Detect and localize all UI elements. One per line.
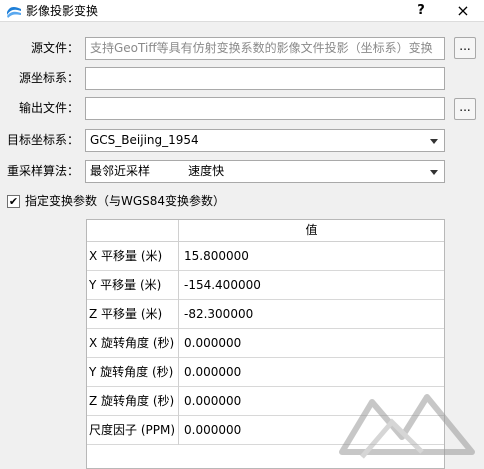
target-crs-select[interactable]: GCS_Beijing_1954 <box>85 129 445 152</box>
grid-corner <box>87 220 179 241</box>
row-header: X 平移量 (米) <box>87 242 179 271</box>
transform-params-checkbox[interactable]: ✔ <box>7 195 20 208</box>
output-file-browse-button[interactable]: ... <box>454 98 476 120</box>
target-crs-value: GCS_Beijing_1954 <box>90 133 199 147</box>
source-file-browse-button[interactable]: ... <box>454 37 476 59</box>
row-header: Y 旋转角度 (秒) <box>87 358 179 387</box>
close-button[interactable]: × <box>448 0 478 22</box>
value-cell[interactable]: -154.400000 <box>179 271 444 300</box>
grid-header: 值 <box>87 220 444 242</box>
transform-params-label: 指定变换参数（与WGS84变换参数） <box>25 194 226 208</box>
target-crs-label: 目标坐标系： <box>7 133 80 147</box>
row-header: Z 旋转角度 (秒) <box>87 387 179 416</box>
output-file-label: 输出文件： <box>19 101 80 115</box>
window-title: 影像投影变换 <box>26 4 99 18</box>
resample-value: 最邻近采样 速度快 <box>90 164 225 178</box>
help-button[interactable]: ? <box>408 0 434 22</box>
table-row: X 平移量 (米) 15.800000 <box>87 242 444 271</box>
check-icon: ✔ <box>8 195 19 208</box>
resample-select[interactable]: 最邻近采样 速度快 <box>85 160 445 183</box>
row-header: X 旋转角度 (秒) <box>87 329 179 358</box>
output-file-input[interactable] <box>85 97 445 120</box>
watermark-image <box>332 382 484 461</box>
source-crs-label: 源坐标系： <box>19 71 80 85</box>
value-cell[interactable]: -82.300000 <box>179 300 444 329</box>
row-header: Y 平移量 (米) <box>87 271 179 300</box>
row-header: Z 平移量 (米) <box>87 300 179 329</box>
table-row: X 旋转角度 (秒) 0.000000 <box>87 329 444 358</box>
table-row: Z 平移量 (米) -82.300000 <box>87 300 444 329</box>
value-cell[interactable]: 0.000000 <box>179 329 444 358</box>
resample-label: 重采样算法： <box>7 164 80 178</box>
row-header: 尺度因子 (PPM) <box>87 416 179 445</box>
source-file-label: 源文件： <box>31 41 80 55</box>
table-row: Y 平移量 (米) -154.400000 <box>87 271 444 300</box>
wave-logo-icon <box>6 3 22 19</box>
chevron-down-icon <box>430 139 438 144</box>
source-file-input[interactable]: 支持GeoTiff等具有仿射变换系数的影像文件投影（坐标系）变换 <box>85 37 445 60</box>
chevron-down-icon <box>430 170 438 175</box>
value-column-header: 值 <box>305 223 318 237</box>
title-bar: 影像投影变换 ? × <box>0 0 484 22</box>
source-crs-input[interactable] <box>85 67 445 90</box>
value-cell[interactable]: 15.800000 <box>179 242 444 271</box>
